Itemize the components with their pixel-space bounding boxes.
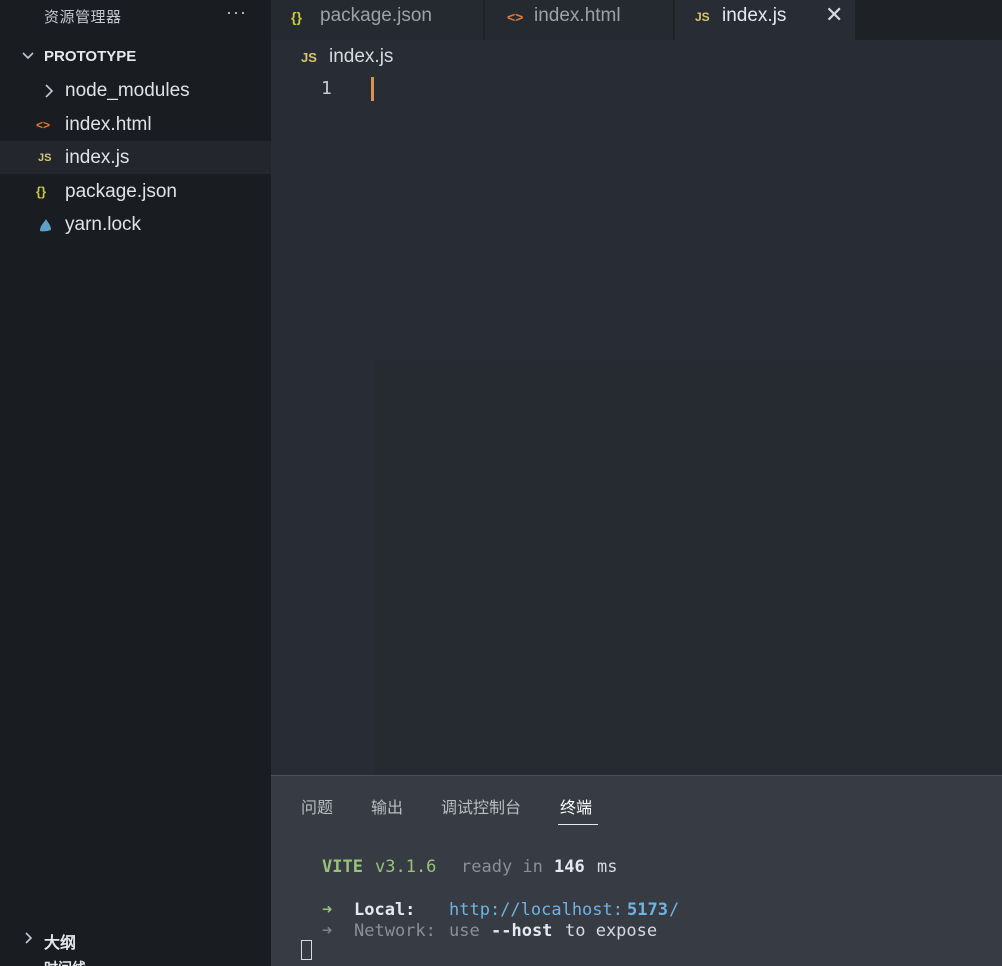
timeline-label: 时间线 <box>44 958 86 966</box>
line-number: 1 <box>321 78 332 99</box>
json-file-icon: {} <box>291 9 302 25</box>
tab-terminal[interactable]: 终端 <box>560 794 592 818</box>
local-url-port[interactable]: 5173 <box>627 900 668 920</box>
code-editor[interactable]: JS index.js 1 <box>271 40 1002 775</box>
chevron-right-icon <box>45 84 54 98</box>
tab-debug-console[interactable]: 调试控制台 <box>441 794 521 818</box>
explorer-title: 资源管理器 <box>44 9 122 26</box>
local-url-prefix[interactable]: http://localhost: <box>449 900 623 920</box>
explorer-header: 资源管理器 ··· <box>0 0 271 32</box>
tab-package-json[interactable]: {} package.json <box>271 0 483 40</box>
outline-section-header[interactable]: 大纲 <box>0 926 271 952</box>
tab-label: package.json <box>320 5 432 26</box>
tree-item-label: index.js <box>65 147 130 168</box>
network-use: use <box>449 921 480 941</box>
network-label: Network: <box>354 921 436 941</box>
explorer-sidebar: 资源管理器 ··· PROTOTYPE node_modules <> inde… <box>0 0 271 966</box>
project-folder-header[interactable]: PROTOTYPE <box>0 44 271 70</box>
vite-label: VITE <box>322 857 363 877</box>
arrow-icon: ➜ <box>322 921 333 941</box>
timeline-section-header[interactable]: 时间线 <box>0 956 271 966</box>
html-file-icon: <> <box>36 118 51 132</box>
tree-item-node-modules[interactable]: node_modules <box>0 74 271 107</box>
tree-item-package-json[interactable]: {} package.json <box>0 175 271 208</box>
json-file-icon: {} <box>36 184 47 199</box>
arrow-icon: ➜ <box>322 900 333 920</box>
tab-index-js[interactable]: JS index.js ✕ <box>675 0 855 40</box>
js-file-icon: JS <box>695 10 710 24</box>
tree-item-label: node_modules <box>65 80 190 101</box>
breadcrumb-file: index.js <box>329 46 394 67</box>
active-tab-indicator <box>558 824 598 825</box>
chevron-right-icon <box>25 932 33 944</box>
outline-label: 大纲 <box>44 935 77 952</box>
tree-item-label: yarn.lock <box>65 214 142 235</box>
more-actions-icon[interactable]: ··· <box>226 2 247 23</box>
local-url-suffix[interactable]: / <box>669 900 679 920</box>
tree-item-index-js[interactable]: JS index.js <box>0 141 271 174</box>
terminal-cursor <box>301 940 312 960</box>
chevron-down-icon <box>22 52 34 60</box>
vite-version: v3.1.6 <box>375 857 437 877</box>
project-folder-label: PROTOTYPE <box>44 48 137 65</box>
tree-item-yarn-lock[interactable]: yarn.lock <box>0 208 271 241</box>
yarn-file-icon <box>40 219 51 232</box>
local-label: Local: <box>354 900 416 920</box>
tree-item-index-html[interactable]: <> index.html <box>0 108 271 141</box>
ready-ms-unit: ms <box>597 857 618 877</box>
network-rest: to expose <box>565 921 658 941</box>
bottom-panel: 问题 输出 调试控制台 终端 VITE v3.1.6 ready in 146 … <box>271 775 1002 966</box>
tab-label: index.js <box>722 5 787 26</box>
editor-empty-area <box>375 360 1002 775</box>
tree-item-label: index.html <box>65 114 152 135</box>
network-flag: --host <box>491 921 553 941</box>
js-file-icon: JS <box>301 50 317 65</box>
editor-tab-bar: {} package.json <> index.html JS index.j… <box>271 0 1002 40</box>
tree-item-label: package.json <box>65 181 177 202</box>
ready-text: ready in <box>461 857 543 877</box>
tab-index-html[interactable]: <> index.html <box>485 0 673 40</box>
ready-ms-value: 146 <box>554 857 585 877</box>
close-icon[interactable]: ✕ <box>825 2 843 28</box>
html-file-icon: <> <box>507 9 524 25</box>
tab-output[interactable]: 输出 <box>371 794 403 818</box>
js-file-icon: JS <box>38 152 52 164</box>
tab-problems[interactable]: 问题 <box>301 794 333 818</box>
text-cursor <box>371 77 374 101</box>
tab-label: index.html <box>534 5 621 26</box>
